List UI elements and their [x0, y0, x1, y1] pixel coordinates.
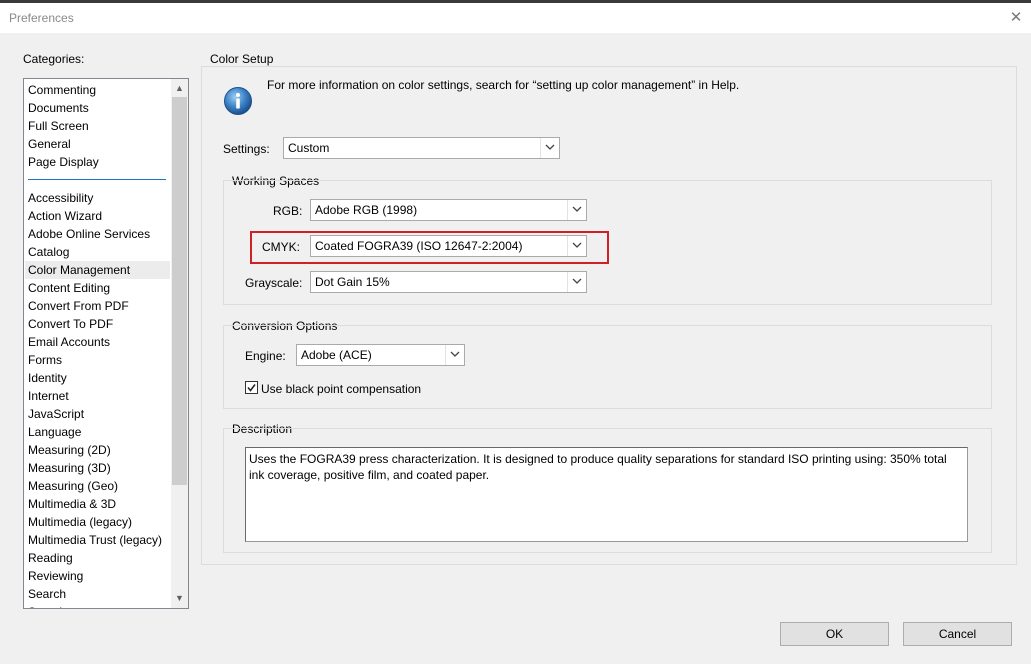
category-item[interactable]: Convert To PDF [28, 315, 113, 333]
category-item[interactable]: Measuring (3D) [28, 459, 111, 477]
category-item[interactable]: Content Editing [28, 279, 110, 297]
category-item[interactable]: Commenting [28, 81, 96, 99]
category-item[interactable]: General [28, 135, 71, 153]
category-item[interactable]: JavaScript [28, 405, 84, 423]
grayscale-value: Dot Gain 15% [315, 275, 390, 289]
category-separator [28, 179, 166, 180]
settings-value: Custom [288, 141, 330, 155]
categories-scrollbar[interactable]: ▲ ▼ [171, 79, 188, 608]
category-item[interactable]: Color Management [25, 261, 170, 279]
chevron-down-icon[interactable] [567, 272, 586, 292]
checkmark-icon [247, 384, 256, 392]
category-item[interactable]: Accessibility [28, 189, 93, 207]
categories-list[interactable]: Commenting Documents Full Screen General Pag… [23, 78, 189, 609]
category-item[interactable]: Convert From PDF [28, 297, 129, 315]
cmyk-highlight-box [250, 231, 609, 264]
category-item[interactable]: Page Display [28, 153, 99, 171]
description-box: Uses the FOGRA39 press characterization.… [245, 447, 968, 542]
chevron-down-icon[interactable] [567, 200, 586, 220]
scroll-down-icon[interactable]: ▼ [171, 590, 188, 607]
color-help-text: For more information on color settings, … [267, 78, 740, 92]
category-item[interactable]: Search [28, 585, 66, 603]
rgb-dropdown[interactable]: Adobe RGB (1998) [310, 199, 587, 221]
rgb-value: Adobe RGB (1998) [315, 203, 418, 217]
grayscale-dropdown[interactable]: Dot Gain 15% [310, 271, 587, 293]
ok-button[interactable]: OK [780, 622, 889, 646]
category-item[interactable]: Security [28, 603, 71, 608]
category-item[interactable]: Measuring (2D) [28, 441, 111, 459]
close-icon[interactable]: ✕ [1005, 8, 1027, 28]
description-text: Uses the FOGRA39 press characterization.… [249, 452, 947, 482]
window-title: Preferences [9, 11, 74, 25]
scroll-up-icon[interactable]: ▲ [171, 80, 188, 97]
grayscale-label: Grayscale: [245, 276, 303, 290]
settings-label: Settings: [223, 142, 270, 156]
engine-dropdown[interactable]: Adobe (ACE) [296, 344, 465, 366]
chevron-down-icon[interactable] [445, 345, 464, 365]
category-item[interactable]: Measuring (Geo) [28, 477, 118, 495]
cancel-button[interactable]: Cancel [903, 622, 1012, 646]
category-item[interactable]: Full Screen [28, 117, 89, 135]
category-item[interactable]: Language [28, 423, 81, 441]
category-item[interactable]: Identity [28, 369, 67, 387]
settings-dropdown[interactable]: Custom [283, 137, 560, 159]
info-icon [223, 86, 253, 116]
scrollbar-thumb[interactable] [172, 97, 187, 485]
engine-value: Adobe (ACE) [301, 348, 372, 362]
category-item[interactable]: Multimedia Trust (legacy) [28, 531, 162, 549]
category-item[interactable]: Multimedia & 3D [28, 495, 116, 513]
category-item[interactable]: Multimedia (legacy) [28, 513, 132, 531]
chevron-down-icon[interactable] [540, 138, 559, 158]
engine-label: Engine: [245, 349, 286, 363]
category-item[interactable]: Internet [28, 387, 69, 405]
category-item[interactable]: Reading [28, 549, 73, 567]
categories-label: Categories: [23, 52, 85, 66]
category-item[interactable]: Reviewing [28, 567, 83, 585]
black-point-compensation-checkbox[interactable] [245, 381, 258, 394]
rgb-label: RGB: [273, 204, 303, 218]
category-item[interactable]: Catalog [28, 243, 69, 261]
category-item[interactable]: Forms [28, 351, 62, 369]
conversion-options-group [223, 325, 992, 409]
category-item[interactable]: Adobe Online Services [28, 225, 150, 243]
category-item[interactable]: Action Wizard [28, 207, 102, 225]
black-point-compensation-label[interactable]: Use black point compensation [261, 382, 421, 396]
category-item[interactable]: Email Accounts [28, 333, 110, 351]
category-item[interactable]: Documents [28, 99, 89, 117]
color-setup-label: Color Setup [210, 52, 274, 66]
title-bar: Preferences ✕ [0, 3, 1031, 33]
